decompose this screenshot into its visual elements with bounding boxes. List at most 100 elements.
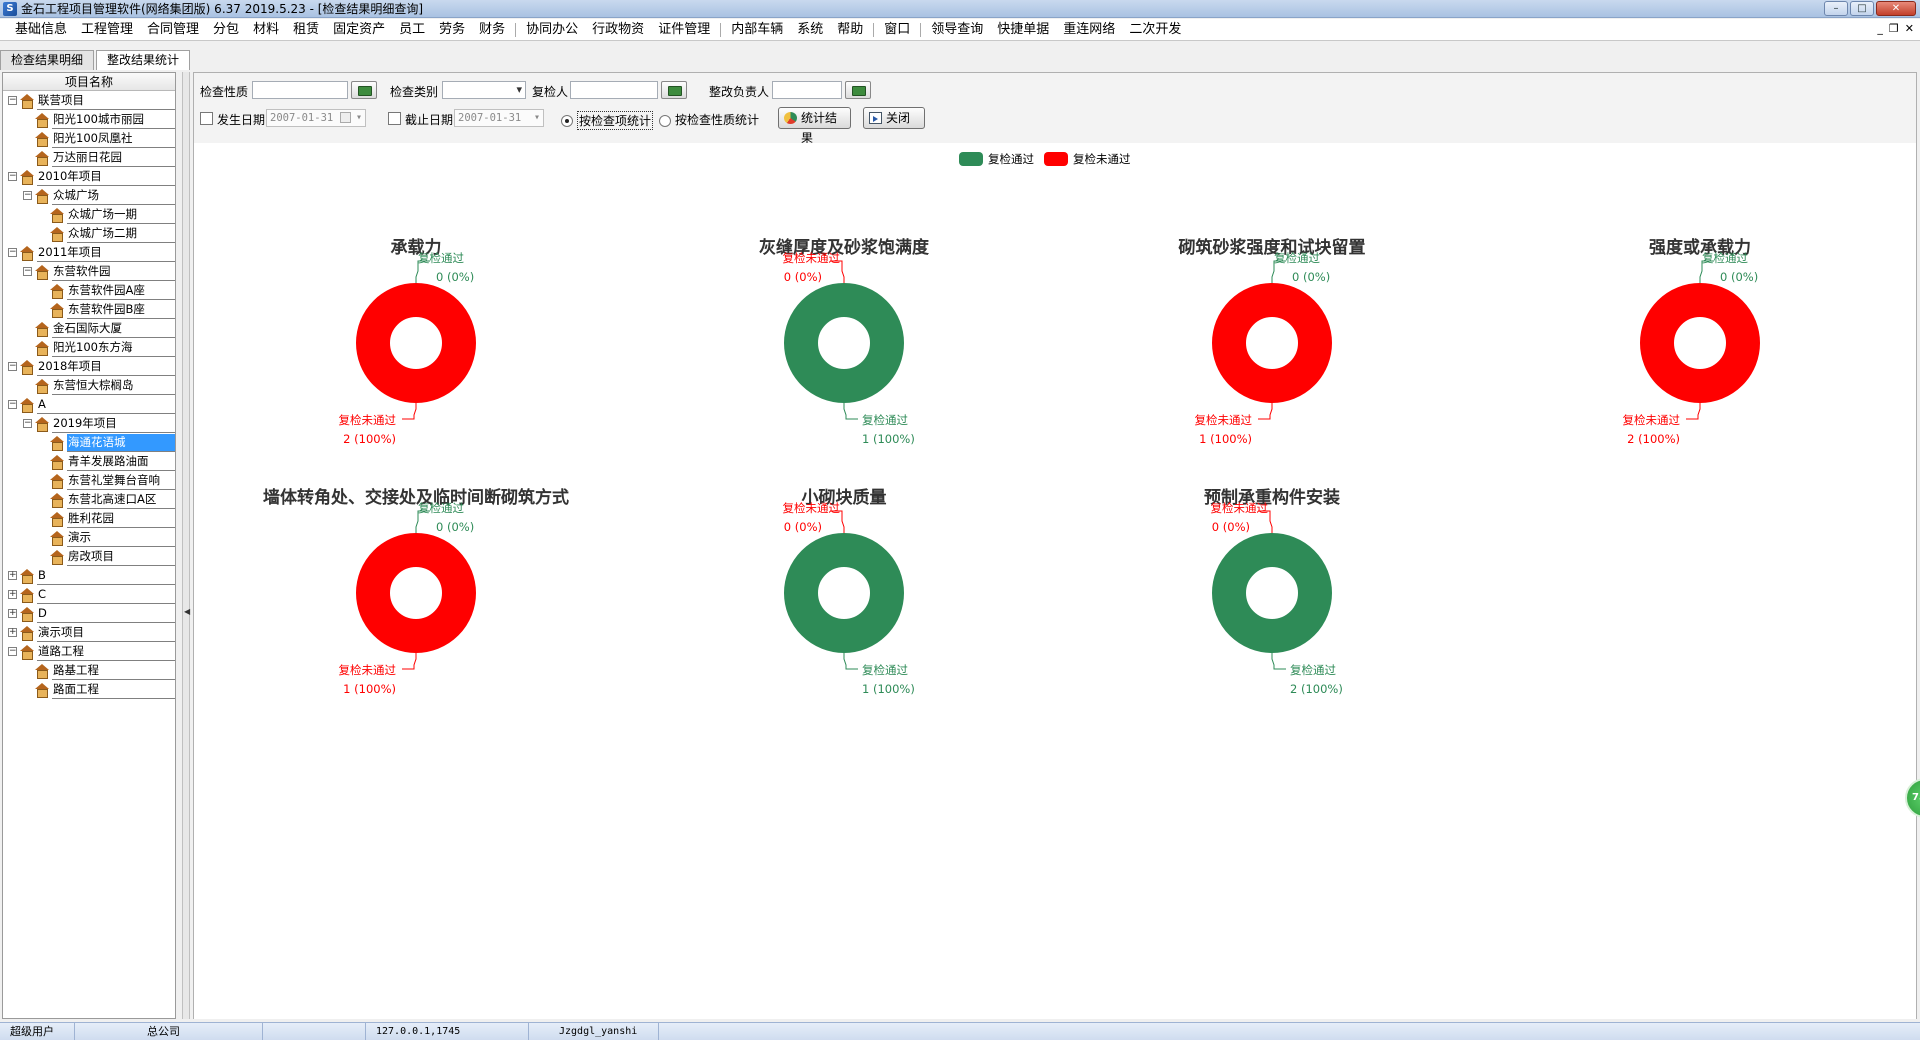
menu-item[interactable]: 窗口 — [877, 19, 917, 41]
menu-item[interactable]: 重连网络 — [1056, 19, 1122, 41]
tree-node[interactable]: 路面工程 — [3, 680, 175, 699]
check-nature-picker-button[interactable] — [351, 81, 377, 99]
tree-node[interactable]: 金石国际大厦 — [3, 319, 175, 338]
mdi-close-icon[interactable]: ✕ — [1905, 22, 1914, 35]
expand-icon[interactable]: + — [8, 628, 17, 637]
menu-item[interactable]: 帮助 — [830, 19, 870, 41]
donut-slice-pass[interactable] — [784, 533, 904, 653]
occur-date-checkbox[interactable] — [200, 112, 213, 125]
tree-node[interactable]: − 2019年项目 — [3, 414, 175, 433]
mdi-restore-icon[interactable]: ❐ — [1889, 22, 1899, 35]
collapse-icon[interactable]: − — [8, 172, 17, 181]
check-category-select[interactable] — [442, 81, 526, 99]
check-nature-input[interactable] — [252, 81, 348, 99]
tree-node[interactable]: 阳光100凤凰社 — [3, 129, 175, 148]
tree-node[interactable]: 东营礼堂舞台音响 — [3, 471, 175, 490]
tree-node[interactable]: 青羊发展路油面 — [3, 452, 175, 471]
rectify-owner-input[interactable] — [772, 81, 842, 99]
tree-node[interactable]: − 东营软件园 — [3, 262, 175, 281]
tree-node[interactable]: + B — [3, 566, 175, 585]
expand-icon[interactable]: + — [8, 609, 17, 618]
menu-item[interactable]: 租赁 — [286, 19, 326, 41]
menu-item[interactable]: 行政物资 — [585, 19, 651, 41]
menu-item[interactable]: 分包 — [206, 19, 246, 41]
menu-item[interactable]: 财务 — [472, 19, 512, 41]
collapse-icon[interactable]: − — [8, 248, 17, 257]
expand-icon[interactable]: + — [8, 590, 17, 599]
maximize-button[interactable]: □ — [1850, 1, 1874, 16]
tree-node[interactable]: + 演示项目 — [3, 623, 175, 642]
tab-1[interactable]: 整改结果统计 — [96, 50, 191, 70]
close-button[interactable]: 关闭 — [863, 107, 925, 129]
tree-node[interactable]: − 联营项目 — [3, 91, 175, 110]
donut-slice-fail[interactable] — [356, 533, 476, 653]
minimize-button[interactable]: – — [1824, 1, 1848, 16]
collapse-icon[interactable]: − — [8, 647, 17, 656]
end-date-checkbox[interactable] — [388, 112, 401, 125]
tab-0[interactable]: 检查结果明细 — [0, 50, 95, 70]
close-window-button[interactable]: ✕ — [1876, 1, 1916, 16]
donut-slice-fail[interactable] — [1212, 283, 1332, 403]
tree-node[interactable]: 路基工程 — [3, 661, 175, 680]
tree-node[interactable]: 房改项目 — [3, 547, 175, 566]
tree-node[interactable]: 东营软件园B座 — [3, 300, 175, 319]
collapse-icon[interactable]: − — [23, 191, 32, 200]
tree-node[interactable]: + D — [3, 604, 175, 623]
menu-item[interactable]: 合同管理 — [140, 19, 206, 41]
menu-item[interactable]: 系统 — [790, 19, 830, 41]
menu-item[interactable]: 员工 — [392, 19, 432, 41]
panel-splitter[interactable]: ◀ — [182, 72, 190, 1019]
tree-node[interactable]: 众城广场二期 — [3, 224, 175, 243]
radio-by-nature[interactable] — [659, 115, 671, 127]
donut-slice-fail[interactable] — [356, 283, 476, 403]
menu-item[interactable]: 内部车辆 — [724, 19, 790, 41]
rectify-owner-picker-button[interactable] — [845, 81, 871, 99]
tree-node[interactable]: 阳光100东方海 — [3, 338, 175, 357]
collapse-icon[interactable]: − — [23, 419, 32, 428]
stats-button[interactable]: 统计结果 — [778, 107, 851, 145]
menu-item[interactable]: 基础信息 — [8, 19, 74, 41]
radio-by-item-label[interactable]: 按检查项统计 — [577, 111, 654, 130]
tree-node[interactable]: 东营恒大棕榈岛 — [3, 376, 175, 395]
tree-node[interactable]: + C — [3, 585, 175, 604]
collapse-icon[interactable]: − — [8, 96, 17, 105]
tree-node[interactable]: 东营软件园A座 — [3, 281, 175, 300]
tree-node[interactable]: 众城广场一期 — [3, 205, 175, 224]
tree-node[interactable]: 万达丽日花园 — [3, 148, 175, 167]
tree-node[interactable]: 海通花语城 — [3, 433, 175, 452]
tree-node[interactable]: − 众城广场 — [3, 186, 175, 205]
end-date-picker[interactable]: 2007-01-31 ▾ — [454, 109, 544, 127]
menu-item[interactable]: 协同办公 — [519, 19, 585, 41]
menu-item[interactable]: 固定资产 — [326, 19, 392, 41]
tree-node[interactable]: − 道路工程 — [3, 642, 175, 661]
tree-node[interactable]: 胜利花园 — [3, 509, 175, 528]
menu-item[interactable]: 工程管理 — [74, 19, 140, 41]
tree-node[interactable]: 东营北高速口A区 — [3, 490, 175, 509]
mdi-minimize-icon[interactable]: _ — [1877, 22, 1883, 35]
menu-item[interactable]: 劳务 — [432, 19, 472, 41]
menu-item[interactable]: 领导查询 — [924, 19, 990, 41]
tree-node[interactable]: 演示 — [3, 528, 175, 547]
tree-node[interactable]: − 2018年项目 — [3, 357, 175, 376]
radio-by-item[interactable] — [561, 115, 573, 127]
rechecker-input[interactable] — [570, 81, 658, 99]
menu-item[interactable]: 证件管理 — [651, 19, 717, 41]
menu-item[interactable]: 二次开发 — [1122, 19, 1188, 41]
tree-node[interactable]: − 2010年项目 — [3, 167, 175, 186]
collapse-icon[interactable]: − — [8, 400, 17, 409]
menu-item[interactable]: 材料 — [246, 19, 286, 41]
radio-by-nature-label[interactable]: 按检查性质统计 — [675, 111, 759, 128]
collapse-arrow-icon[interactable]: ◀ — [184, 607, 190, 616]
donut-slice-pass[interactable] — [1212, 533, 1332, 653]
menu-item[interactable]: 快捷单据 — [990, 19, 1056, 41]
project-tree[interactable]: 项目名称 − 联营项目 阳光100城市丽园 阳光100凤凰社 万达丽日花园 −2010年项… — [2, 72, 176, 1019]
rechecker-picker-button[interactable] — [661, 81, 687, 99]
tree-node[interactable]: − A — [3, 395, 175, 414]
collapse-icon[interactable]: − — [8, 362, 17, 371]
tree-node[interactable]: − 2011年项目 — [3, 243, 175, 262]
donut-slice-pass[interactable] — [784, 283, 904, 403]
collapse-icon[interactable]: − — [23, 267, 32, 276]
occur-date-picker[interactable]: 2007-01-31 ▾ — [266, 109, 366, 127]
donut-slice-fail[interactable] — [1640, 283, 1760, 403]
tree-node[interactable]: 阳光100城市丽园 — [3, 110, 175, 129]
